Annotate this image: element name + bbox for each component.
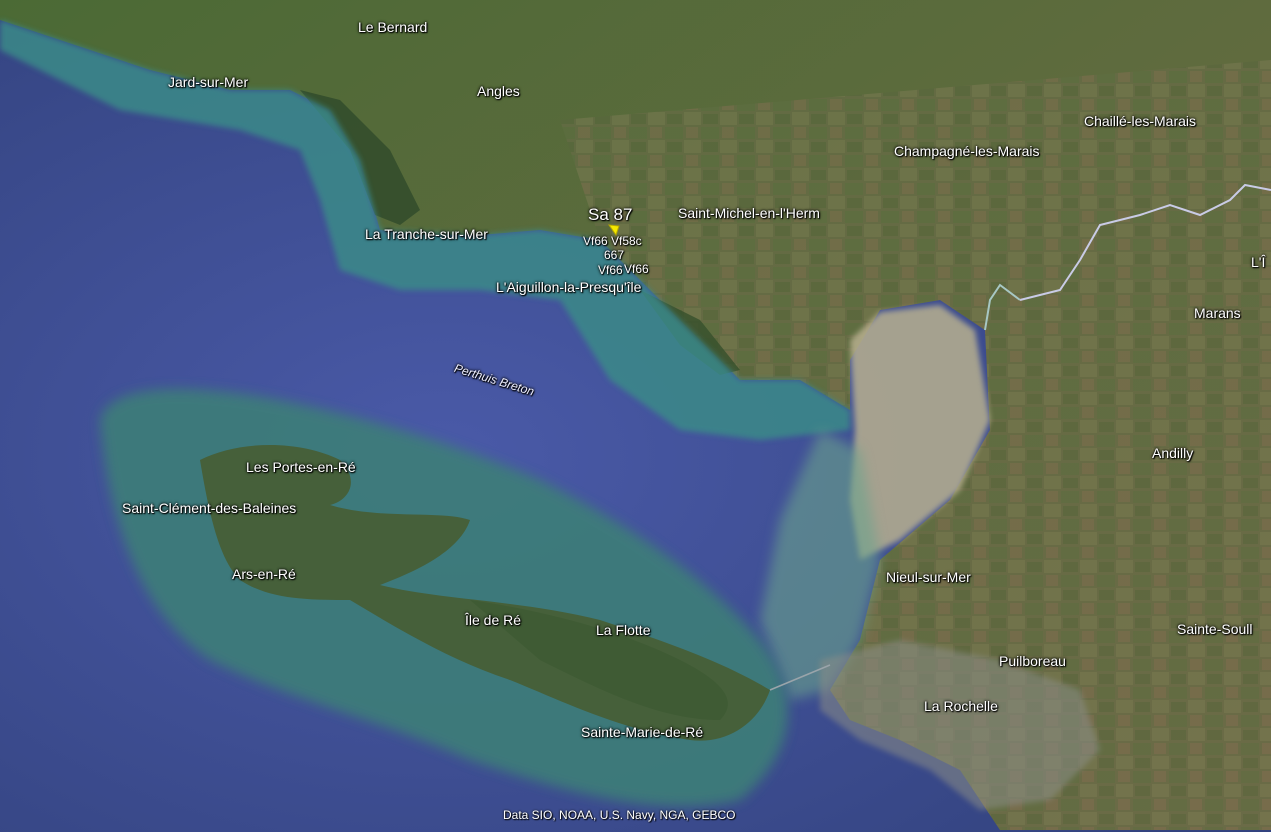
place-label[interactable]: Angles xyxy=(477,83,520,99)
place-label[interactable]: Puilboreau xyxy=(999,653,1066,669)
place-label[interactable]: Le Bernard xyxy=(358,19,427,35)
placemark-sublabel[interactable]: 667 xyxy=(604,249,624,262)
place-label[interactable]: Marans xyxy=(1194,305,1241,321)
place-label[interactable]: Sainte-Soull xyxy=(1177,621,1253,637)
placemark-sublabel[interactable]: Vf58c xyxy=(611,235,642,248)
place-label[interactable]: La Flotte xyxy=(596,622,650,638)
satellite-map[interactable] xyxy=(0,0,1271,832)
place-label[interactable]: Saint-Clément-des-Baleines xyxy=(122,500,296,516)
place-label[interactable]: La Tranche-sur-Mer xyxy=(365,226,488,242)
placemark-title[interactable]: Sa 87 xyxy=(588,206,632,224)
placemark-sublabel[interactable]: Vf66 xyxy=(624,263,649,276)
place-label[interactable]: Les Portes-en-Ré xyxy=(246,459,356,475)
place-label[interactable]: L'Î xyxy=(1251,254,1265,270)
place-label[interactable]: Champagné-les-Marais xyxy=(894,143,1040,159)
place-label[interactable]: Jard-sur-Mer xyxy=(168,74,248,90)
placemark-sublabel[interactable]: Vf66 xyxy=(598,264,623,277)
map-attribution: Data SIO, NOAA, U.S. Navy, NGA, GEBCO xyxy=(503,808,736,822)
placemark-sublabel[interactable]: Vf66 xyxy=(583,235,608,248)
place-label[interactable]: La Rochelle xyxy=(924,698,998,714)
place-label[interactable]: Saint-Michel-en-l'Herm xyxy=(678,205,820,221)
place-label[interactable]: Nieul-sur-Mer xyxy=(886,569,971,585)
place-label[interactable]: Chaillé-les-Marais xyxy=(1084,113,1196,129)
place-label[interactable]: Andilly xyxy=(1152,445,1193,461)
place-label[interactable]: L'Aiguillon-la-Presqu'île xyxy=(496,279,641,295)
place-label[interactable]: Ars-en-Ré xyxy=(232,566,296,582)
place-label[interactable]: Sainte-Marie-de-Ré xyxy=(581,724,703,740)
place-label[interactable]: Île de Ré xyxy=(465,612,521,628)
